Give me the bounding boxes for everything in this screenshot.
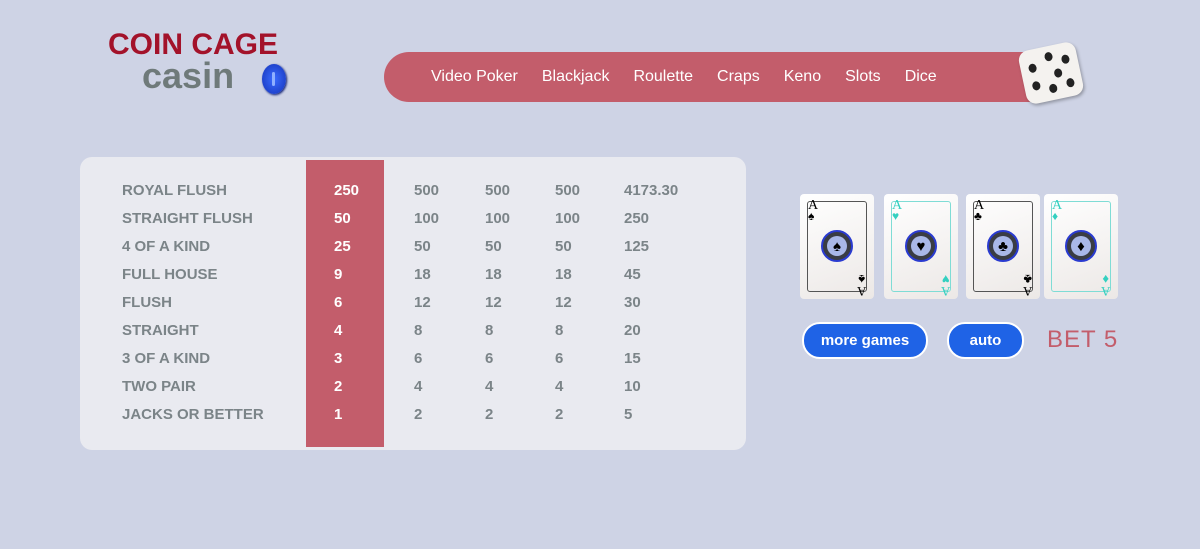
payout-value: 20 (624, 322, 641, 339)
payout-value: 10 (624, 378, 641, 395)
payout-value: 125 (624, 238, 650, 255)
playing-card[interactable]: A ♣ ♣ A ♣ (966, 194, 1040, 299)
card-corner: A ♦ (1100, 272, 1110, 299)
payout-value: 12 (414, 294, 431, 311)
paytable: ROYAL FLUSH 250 500 500 500 4173.30 STRAIGHT F… (80, 157, 746, 450)
chip-icon: ♥ (905, 230, 937, 262)
chip-icon: ♠ (821, 230, 853, 262)
payout-value: 250 (624, 210, 650, 227)
payout-value: 500 (485, 182, 511, 199)
playing-card[interactable]: A ♠ ♠ A ♠ (800, 194, 874, 299)
payout-value: 12 (485, 294, 502, 311)
payout-value: 6 (555, 350, 564, 367)
payout-value: 8 (414, 322, 423, 339)
suit-icon: ♦ (1071, 236, 1091, 256)
suit-icon: ♥ (911, 236, 931, 256)
main-nav: Video Poker Blackjack Roulette Craps Ken… (384, 52, 1064, 102)
payout-value: 8 (555, 322, 564, 339)
hand-name: 3 OF A KIND (122, 350, 211, 367)
logo-subtitle: casin (142, 55, 235, 96)
payout-value: 50 (485, 238, 502, 255)
suit-icon: ♥ (892, 209, 900, 223)
more-games-button[interactable]: more games (802, 322, 928, 359)
coin-icon (262, 64, 286, 94)
payout-value: 18 (414, 266, 431, 283)
nav-video-poker[interactable]: Video Poker (431, 68, 518, 86)
payout-value: 2 (334, 378, 343, 395)
dice-icon (1017, 40, 1085, 106)
payout-value: 500 (555, 182, 581, 199)
payout-value: 1 (334, 406, 343, 423)
hand-name: FULL HOUSE (122, 266, 218, 283)
payout-value: 25 (334, 238, 351, 255)
payout-value: 6 (334, 294, 343, 311)
suit-icon: ♦ (1052, 209, 1059, 223)
payout-value: 100 (414, 210, 440, 227)
nav-roulette[interactable]: Roulette (633, 68, 693, 86)
payout-value: 100 (555, 210, 581, 227)
payout-value: 6 (414, 350, 423, 367)
suit-icon: ♣ (993, 236, 1013, 256)
payout-value: 250 (334, 182, 360, 199)
chip-icon: ♣ (987, 230, 1019, 262)
hand-name: STRAIGHT (122, 322, 199, 339)
hand-name: JACKS OR BETTER (122, 406, 264, 423)
payout-value: 9 (334, 266, 343, 283)
suit-icon: ♠ (827, 236, 847, 256)
nav-slots[interactable]: Slots (845, 68, 881, 86)
payout-value: 5 (624, 406, 633, 423)
payout-value: 50 (334, 210, 351, 227)
payout-value: 6 (485, 350, 494, 367)
chip-icon: ♦ (1065, 230, 1097, 262)
payout-value: 2 (555, 406, 564, 423)
card-corner: A ♣ (1022, 272, 1032, 299)
payout-value: 45 (624, 266, 641, 283)
auto-button[interactable]: auto (947, 322, 1024, 359)
card-corner: A ♥ (940, 272, 950, 299)
payout-value: 30 (624, 294, 641, 311)
payout-value: 8 (485, 322, 494, 339)
nav-craps[interactable]: Craps (717, 68, 760, 86)
playing-card[interactable]: A ♦ ♦ A ♦ (1044, 194, 1118, 299)
hand-name: ROYAL FLUSH (122, 182, 228, 199)
hand-name: 4 OF A KIND (122, 238, 211, 255)
payout-value: 4 (555, 378, 564, 395)
payout-value: 4 (485, 378, 494, 395)
payout-value: 2 (485, 406, 494, 423)
payout-value: 500 (414, 182, 440, 199)
payout-value: 50 (414, 238, 431, 255)
nav-keno[interactable]: Keno (784, 68, 821, 86)
hand-name: FLUSH (122, 294, 172, 311)
payout-value: 12 (555, 294, 572, 311)
payout-value: 4 (334, 322, 343, 339)
payout-value: 18 (555, 266, 572, 283)
hand-name: TWO PAIR (122, 378, 196, 395)
suit-icon: ♠ (808, 209, 815, 223)
payout-value: 4173.30 (624, 182, 679, 199)
card-corner: A ♠ (856, 272, 866, 299)
payout-value: 50 (555, 238, 572, 255)
payout-value: 4 (414, 378, 423, 395)
nav-dice[interactable]: Dice (905, 68, 937, 86)
bet-amount: BET 5 (1047, 326, 1119, 353)
payout-value: 18 (485, 266, 502, 283)
hand-name: STRAIGHT FLUSH (122, 210, 253, 227)
playing-card[interactable]: A ♥ ♥ A ♥ (884, 194, 958, 299)
suit-icon: ♣ (974, 209, 982, 223)
selected-bet-column (306, 160, 384, 447)
payout-value: 15 (624, 350, 641, 367)
nav-blackjack[interactable]: Blackjack (542, 68, 610, 86)
payout-value: 3 (334, 350, 343, 367)
payout-value: 2 (414, 406, 423, 423)
payout-value: 100 (485, 210, 511, 227)
